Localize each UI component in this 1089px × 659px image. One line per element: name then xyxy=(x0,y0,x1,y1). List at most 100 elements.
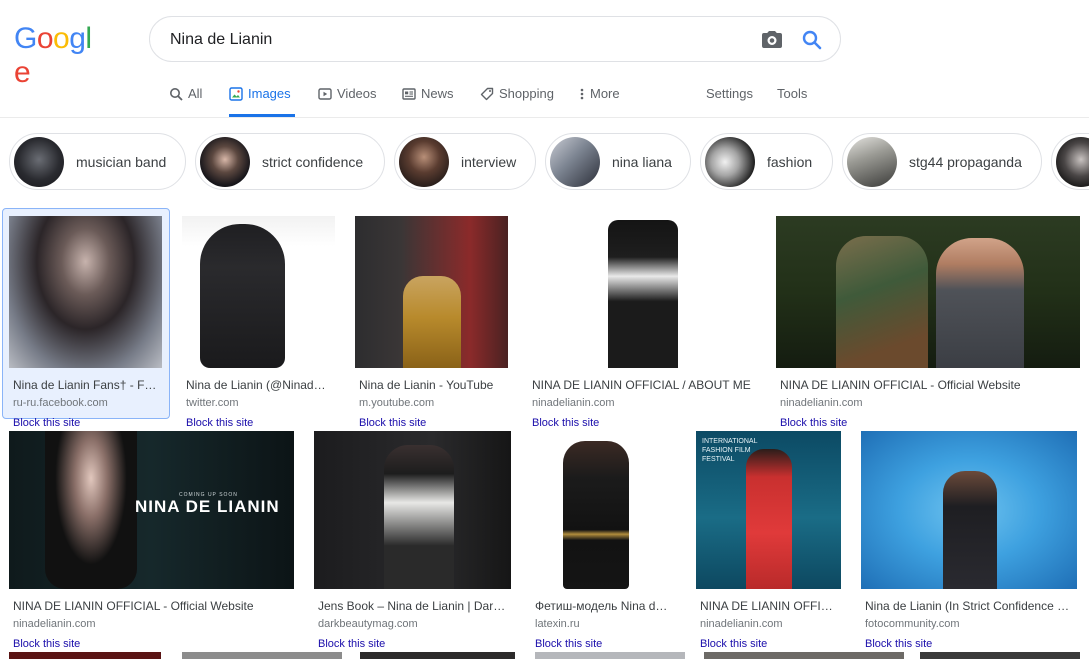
chip-label: nina liana xyxy=(612,153,672,170)
chip-stg44-propaganda[interactable]: stg44 propaganda xyxy=(842,133,1042,190)
news-icon xyxy=(402,88,416,100)
image-figure xyxy=(836,236,928,368)
result-title[interactable]: Nina de Lianin (@Ninade… xyxy=(186,378,332,392)
tab-more[interactable]: More xyxy=(579,76,620,117)
block-site-link[interactable]: Block this site xyxy=(186,417,253,429)
tab-news[interactable]: News xyxy=(402,76,454,117)
tab-label: Shopping xyxy=(499,86,554,101)
tab-images[interactable]: Images xyxy=(229,76,295,117)
chip-strict-confidence[interactable]: strict confidence xyxy=(195,133,385,190)
more-vert-icon xyxy=(580,88,584,100)
logo-letter: G xyxy=(14,22,37,55)
search-input[interactable] xyxy=(170,29,730,51)
image-figure xyxy=(608,220,678,368)
result-source[interactable]: m.youtube.com xyxy=(359,397,434,409)
result-image[interactable] xyxy=(776,216,1080,368)
search-icon xyxy=(170,88,183,101)
chip-nina-liana[interactable]: nina liana xyxy=(545,133,691,190)
result-source[interactable]: ru-ru.facebook.com xyxy=(13,397,108,409)
image-figure xyxy=(746,449,792,589)
result-image[interactable]: COMING UP SOON NINA DE LIANIN xyxy=(9,431,294,589)
partial-result-image[interactable] xyxy=(360,652,515,659)
result-title[interactable]: NINA DE LIANIN OFFICIAL - Official Websi… xyxy=(780,378,1078,392)
search-box[interactable] xyxy=(149,16,841,62)
block-site-link[interactable]: Block this site xyxy=(865,638,932,650)
tab-label: More xyxy=(590,86,620,101)
chip-thumbnail xyxy=(399,136,449,187)
chip-musician-band[interactable]: musician band xyxy=(9,133,186,190)
block-site-link[interactable]: Block this site xyxy=(13,417,80,429)
block-site-link[interactable]: Block this site xyxy=(318,638,385,650)
image-figure xyxy=(200,224,285,368)
result-source[interactable]: ninadelianin.com xyxy=(700,618,783,630)
chip-label: stg44 propaganda xyxy=(909,153,1022,170)
result-image[interactable] xyxy=(9,216,162,368)
block-site-link[interactable]: Block this site xyxy=(535,638,602,650)
block-site-link[interactable]: Block this site xyxy=(359,417,426,429)
image-figure xyxy=(45,431,137,589)
image-caption: NINA DE LIANIN xyxy=(135,497,280,516)
result-title[interactable]: Nina de Lianin Fans† - F… xyxy=(13,378,161,392)
chip-interview[interactable]: interview xyxy=(394,133,536,190)
chip-thumbnail xyxy=(705,136,755,187)
result-source[interactable]: ninadelianin.com xyxy=(780,397,863,409)
video-icon xyxy=(318,88,332,100)
block-site-link[interactable]: Block this site xyxy=(532,417,599,429)
chip-thumbnail xyxy=(14,136,64,187)
result-image[interactable] xyxy=(861,431,1077,589)
google-logo[interactable]: Google xyxy=(14,22,106,89)
logo-letter: o xyxy=(36,22,54,55)
image-figure xyxy=(936,238,1024,368)
partial-result-image[interactable] xyxy=(182,652,342,659)
block-site-link[interactable]: Block this site xyxy=(780,417,847,429)
tag-icon xyxy=(480,87,494,101)
result-title[interactable]: Nina de Lianin (In Strict Confidence … xyxy=(865,599,1075,613)
tab-all[interactable]: All xyxy=(169,76,202,117)
result-image[interactable]: INTERNATIONAL FASHION FILM FESTIVAL xyxy=(696,431,841,589)
chip-label: fashion xyxy=(767,153,813,170)
result-title[interactable]: Фетиш-модель Nina d… xyxy=(535,599,675,613)
tools-link[interactable]: Tools xyxy=(777,86,807,101)
result-image[interactable] xyxy=(531,431,676,589)
camera-icon[interactable] xyxy=(760,28,784,52)
chip-label: musician band xyxy=(76,153,167,170)
partial-result-image[interactable] xyxy=(920,652,1080,659)
result-source[interactable]: darkbeautymag.com xyxy=(318,618,418,630)
chip-thumbnail xyxy=(550,136,600,187)
search-icon[interactable] xyxy=(800,28,824,52)
image-icon xyxy=(229,87,243,101)
partial-result-image[interactable] xyxy=(9,652,161,659)
partial-result-image[interactable] xyxy=(704,652,904,659)
result-title[interactable]: NINA DE LIANIN OFFICIAL / ABOUT ME xyxy=(532,378,754,392)
tab-videos[interactable]: Videos xyxy=(318,76,377,117)
result-title[interactable]: Nina de Lianin - YouTube xyxy=(359,378,505,392)
search-tabs: All Images Videos News Shopping More Set… xyxy=(0,76,1089,118)
block-site-link[interactable]: Block this site xyxy=(13,638,80,650)
chip-fashion[interactable]: fashion xyxy=(700,133,833,190)
chip-label: interview xyxy=(461,153,517,170)
image-figure xyxy=(384,445,454,589)
tab-label: Images xyxy=(248,86,291,101)
tab-label: News xyxy=(421,86,454,101)
result-title[interactable]: Jens Book – Nina de Lianin | Dar… xyxy=(318,599,508,613)
result-title[interactable]: NINA DE LIANIN OFFICIAL - Official Websi… xyxy=(13,599,291,613)
block-site-link[interactable]: Block this site xyxy=(700,638,767,650)
result-source[interactable]: ninadelianin.com xyxy=(13,618,96,630)
result-image[interactable] xyxy=(355,216,508,368)
result-title[interactable]: NINA DE LIANIN OFFIC… xyxy=(700,599,840,613)
result-image[interactable] xyxy=(314,431,511,589)
result-image[interactable] xyxy=(528,216,756,368)
logo-letter: l xyxy=(85,22,92,55)
partial-result-image[interactable] xyxy=(535,652,685,659)
logo-letter: g xyxy=(69,22,86,55)
result-image[interactable] xyxy=(182,216,335,368)
result-source[interactable]: ninadelianin.com xyxy=(532,397,615,409)
result-source[interactable]: latexin.ru xyxy=(535,618,580,630)
result-source[interactable]: twitter.com xyxy=(186,397,239,409)
image-figure xyxy=(563,441,629,589)
tab-shopping[interactable]: Shopping xyxy=(480,76,554,117)
chip-thumbnail xyxy=(1056,136,1089,187)
chip-more[interactable] xyxy=(1051,133,1089,190)
settings-link[interactable]: Settings xyxy=(706,86,753,101)
result-source[interactable]: fotocommunity.com xyxy=(865,618,960,630)
